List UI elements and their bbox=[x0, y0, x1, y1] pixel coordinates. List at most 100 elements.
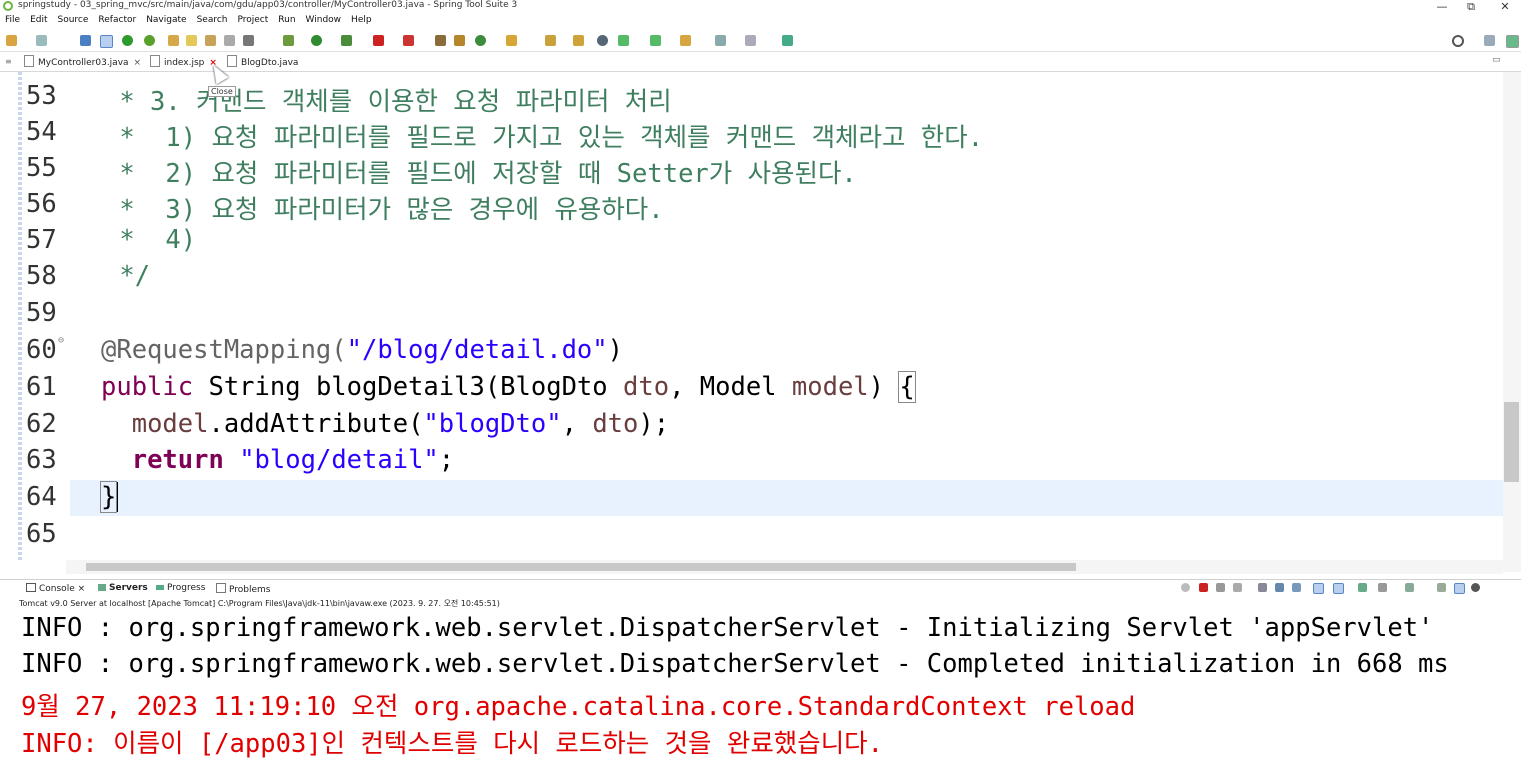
show-whitespace-icon[interactable] bbox=[243, 35, 254, 46]
run-icon[interactable] bbox=[311, 35, 322, 46]
scroll-thumb[interactable] bbox=[1504, 402, 1519, 482]
code-text: * 4) bbox=[104, 225, 197, 255]
menu-file[interactable]: File bbox=[0, 13, 25, 25]
menu-window[interactable]: Window bbox=[301, 13, 347, 25]
code-line: 62 model.addAttribute("blogDto", dto); bbox=[0, 407, 1503, 443]
new-icon[interactable] bbox=[6, 35, 17, 46]
tab-servers[interactable]: Servers bbox=[98, 583, 148, 593]
mark-occurrences-icon[interactable] bbox=[186, 35, 197, 46]
restore-button[interactable]: ⧉ bbox=[1456, 0, 1486, 14]
boot-dashboard-icon[interactable] bbox=[122, 35, 133, 46]
editor-tab-bar: ≡ MyController03.java × index.jsp × BlogDt… bbox=[0, 53, 1521, 72]
vertical-scrollbar[interactable] bbox=[1503, 72, 1521, 572]
pin-console-icon[interactable] bbox=[1358, 583, 1367, 592]
tab-label: Progress bbox=[167, 583, 206, 593]
new-server-icon[interactable] bbox=[1437, 583, 1446, 592]
open-task-icon[interactable] bbox=[545, 35, 556, 46]
format-icon[interactable] bbox=[205, 35, 216, 46]
new-class-icon[interactable] bbox=[475, 35, 486, 46]
tab-problems[interactable]: Problems bbox=[216, 583, 270, 595]
menu-source[interactable]: Source bbox=[53, 13, 94, 25]
skip-breakpoints-icon[interactable] bbox=[100, 35, 113, 48]
scroll-lock-icon[interactable] bbox=[1275, 583, 1284, 592]
spring-perspective-icon[interactable] bbox=[1506, 35, 1519, 48]
param-token: model bbox=[131, 409, 209, 439]
menu-edit[interactable]: Edit bbox=[25, 13, 52, 25]
minimize-editor-icon[interactable]: ▭ bbox=[1492, 55, 1501, 65]
title-bar: springstudy - 03_spring_mvc/src/main/jav… bbox=[0, 0, 1521, 13]
gear-icon[interactable] bbox=[1471, 583, 1480, 592]
coverage-icon[interactable] bbox=[341, 35, 352, 46]
clear-console-icon[interactable] bbox=[1258, 583, 1267, 592]
search-icon[interactable] bbox=[1452, 35, 1464, 47]
remove-launch-icon[interactable] bbox=[1216, 583, 1225, 592]
block-select-icon[interactable] bbox=[224, 35, 235, 46]
search-folder-icon[interactable] bbox=[573, 35, 584, 46]
tab-label: Console bbox=[39, 584, 75, 594]
save-icon[interactable] bbox=[36, 35, 47, 46]
console-output[interactable]: INFO : org.springframework.web.servlet.D… bbox=[0, 610, 1521, 772]
back-icon[interactable] bbox=[715, 35, 726, 46]
code-text: * 3) 요청 파라미터가 많은 경우에 유용하다. bbox=[104, 195, 664, 225]
forward-icon[interactable] bbox=[745, 35, 756, 46]
terminate-icon[interactable] bbox=[1199, 583, 1208, 592]
java-file-icon bbox=[24, 55, 34, 67]
open-console-icon[interactable] bbox=[1405, 583, 1414, 592]
open-type-icon[interactable] bbox=[168, 35, 179, 46]
close-window-button[interactable]: ✕ bbox=[1490, 0, 1520, 13]
next-annotation-icon[interactable] bbox=[618, 35, 629, 46]
close-tab-icon[interactable]: × bbox=[78, 584, 86, 594]
menu-help[interactable]: Help bbox=[346, 13, 377, 25]
new-java-project-icon[interactable] bbox=[435, 35, 446, 46]
tab-mycontroller03[interactable]: MyController03.java × bbox=[24, 55, 141, 70]
tab-blogdto[interactable]: BlogDto.java bbox=[227, 55, 298, 70]
console-line: INFO: 이름이 [/app03]인 컨텍스트를 다시 로드하는 것을 완료했… bbox=[21, 729, 883, 759]
scroll-thumb[interactable] bbox=[86, 563, 1076, 571]
view-menu-icon[interactable]: ≡ bbox=[5, 57, 12, 66]
fold-icon[interactable]: ⊖ bbox=[58, 335, 64, 346]
tab-console[interactable]: Console × bbox=[26, 583, 85, 594]
restart-server-icon[interactable] bbox=[1181, 583, 1190, 592]
plain-token: ); bbox=[638, 409, 670, 439]
tab-progress[interactable]: Progress bbox=[156, 583, 205, 593]
line-number: 59 bbox=[26, 298, 57, 328]
close-tab-icon[interactable]: × bbox=[134, 58, 142, 68]
filter-icon[interactable] bbox=[1454, 583, 1465, 594]
stop-icon[interactable] bbox=[373, 35, 384, 46]
display-console-icon[interactable] bbox=[1378, 583, 1387, 592]
tab-label: BlogDto.java bbox=[241, 58, 299, 68]
external-tools-icon[interactable] bbox=[403, 35, 414, 46]
word-wrap-icon[interactable] bbox=[1292, 583, 1301, 592]
remove-all-icon[interactable] bbox=[1233, 583, 1242, 592]
show-on-stdout-icon[interactable] bbox=[1313, 583, 1324, 594]
menu-search[interactable]: Search bbox=[192, 13, 233, 25]
show-on-stderr-icon[interactable] bbox=[1333, 583, 1344, 594]
line-number: 64 bbox=[26, 482, 57, 512]
debug-icon[interactable] bbox=[283, 35, 294, 46]
previous-annotation-icon[interactable] bbox=[650, 35, 661, 46]
string-token: "/blog/detail.do" bbox=[346, 335, 608, 365]
keyword-token: public bbox=[101, 372, 194, 402]
minimize-button[interactable]: — bbox=[1427, 0, 1457, 13]
globe-icon[interactable] bbox=[597, 35, 608, 46]
menu-project[interactable]: Project bbox=[232, 13, 273, 25]
menu-run[interactable]: Run bbox=[273, 13, 300, 25]
line-number: 58 bbox=[26, 261, 57, 291]
open-folder-icon[interactable] bbox=[506, 35, 517, 46]
code-editor[interactable]: 53 * 3. 커맨드 객체를 이용한 요청 파라미터 처리 54 * 1) 요… bbox=[0, 72, 1503, 560]
jsp-file-icon bbox=[150, 55, 160, 67]
pin-editor-icon[interactable] bbox=[782, 35, 793, 46]
open-perspective-icon[interactable] bbox=[1484, 35, 1495, 46]
menu-navigate[interactable]: Navigate bbox=[141, 13, 191, 25]
console-line: INFO : org.springframework.web.servlet.D… bbox=[21, 613, 1434, 643]
code-line: 55 * 2) 요청 파라미터를 필드에 저장할 때 Setter가 사용된다. bbox=[0, 151, 1503, 189]
progress-icon bbox=[156, 585, 164, 590]
horizontal-scrollbar[interactable] bbox=[66, 560, 1503, 574]
plain-token: .addAttribute( bbox=[208, 409, 424, 439]
menu-refactor[interactable]: Refactor bbox=[93, 13, 141, 25]
last-edit-icon[interactable] bbox=[680, 35, 691, 46]
refresh-icon[interactable] bbox=[144, 35, 155, 46]
new-package-icon[interactable] bbox=[454, 35, 465, 46]
terminal-icon[interactable] bbox=[80, 35, 91, 46]
